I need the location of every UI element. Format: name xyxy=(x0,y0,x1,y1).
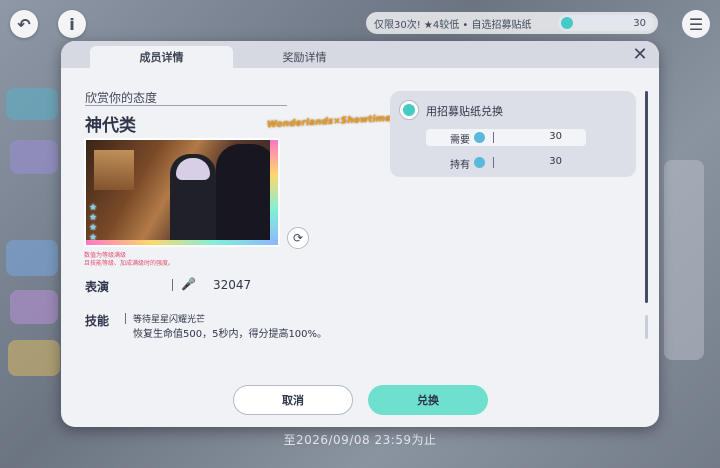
card-figure-right xyxy=(216,144,276,245)
required-row: 需要 30 xyxy=(426,129,586,146)
tab-member-details[interactable]: 成员详情 xyxy=(90,46,233,68)
owned-row: 持有 30 xyxy=(426,154,586,171)
card-rainbow-border-bottom xyxy=(86,240,278,245)
subtitle-underline xyxy=(85,105,287,106)
divider xyxy=(493,157,494,168)
divider xyxy=(172,279,173,291)
required-label: 需要 xyxy=(450,135,470,146)
cancel-button[interactable]: 取消 xyxy=(233,385,353,415)
back-arrow-icon: ↶ xyxy=(17,14,31,34)
card-window xyxy=(94,150,134,190)
member-detail-dialog: 成员详情 奖励详情 ✕ 欣赏你的态度 神代类 Wonderlands×Showt… xyxy=(61,41,659,427)
bg-right-panel xyxy=(664,160,704,360)
performance-value: 32047 xyxy=(213,278,252,292)
exchange-radio[interactable] xyxy=(399,100,419,120)
divider xyxy=(125,313,126,324)
exchange-panel: 用招募贴纸兑换 需要 30 持有 30 xyxy=(390,91,636,177)
menu-button[interactable]: ☰ xyxy=(682,10,710,38)
menu-icon: ☰ xyxy=(688,14,704,34)
required-value: 30 xyxy=(549,131,562,142)
bg-gacha-banner-3 xyxy=(6,240,58,276)
bg-gacha-banner-2 xyxy=(10,140,58,174)
bg-gacha-banner-1 xyxy=(6,88,58,120)
stat-note-line1: 数值为等级满级 xyxy=(84,252,127,259)
gacha-banner: 仅限30次! ★4较低 • 自选招募贴纸 30 xyxy=(366,12,658,34)
exchange-button[interactable]: 兑换 xyxy=(368,385,488,415)
sticker-gauge: 30 xyxy=(558,15,654,31)
scrollbar-thumb[interactable] xyxy=(645,91,648,303)
rarity-star-icon: ★ xyxy=(89,203,98,213)
card-subtitle: 欣赏你的态度 xyxy=(85,91,158,105)
tab-reward-details[interactable]: 奖励详情 xyxy=(233,46,376,68)
sticker-icon xyxy=(474,132,485,143)
sticker-icon xyxy=(561,17,573,29)
deadline-text: 至2026/09/08 23:59为止 xyxy=(283,433,437,447)
divider xyxy=(493,132,494,143)
exchange-label: 用招募贴纸兑换 xyxy=(426,105,503,118)
back-button[interactable]: ↶ xyxy=(10,10,38,38)
banner-text: 仅限30次! ★4较低 • 自选招募贴纸 xyxy=(374,19,532,31)
swap-art-button[interactable]: ⟳ xyxy=(287,227,309,249)
scrollbar-track[interactable] xyxy=(645,315,648,339)
microphone-icon: 🎤 xyxy=(181,277,196,291)
stat-note-line2: 且技能等级、加成满级时的强度。 xyxy=(84,260,175,267)
rarity-star-icon: ★ xyxy=(89,213,98,223)
card-figure-hair xyxy=(176,158,210,180)
card-rainbow-border-right xyxy=(270,140,278,245)
skill-description: 恢复生命值500，5秒内，得分提高100%。 xyxy=(133,329,328,340)
rarity-star-icon: ★ xyxy=(89,233,98,243)
close-icon: ✕ xyxy=(632,43,648,65)
banner-count: 30 xyxy=(633,17,646,29)
sticker-icon xyxy=(474,157,485,168)
rarity-star-icon: ★ xyxy=(89,223,98,233)
skill-name: 等待星星闪耀光芒 xyxy=(133,315,206,325)
close-button[interactable]: ✕ xyxy=(629,43,651,65)
info-button[interactable]: i xyxy=(58,10,86,38)
card-illustration[interactable]: ★ ★ ★ ★ xyxy=(84,138,280,247)
bg-gacha-banner-5 xyxy=(8,340,60,376)
radio-selected-indicator xyxy=(403,104,415,116)
refresh-icon: ⟳ xyxy=(292,231,304,245)
skill-label: 技能 xyxy=(85,314,110,328)
owned-label: 持有 xyxy=(450,160,470,171)
unit-logo: Wonderlands×Showtime xyxy=(266,113,392,131)
performance-label: 表演 xyxy=(85,280,110,294)
bg-gacha-banner-4 xyxy=(10,290,58,324)
owned-value: 30 xyxy=(549,156,562,167)
tab-bar: 成员详情 奖励详情 ✕ xyxy=(61,41,659,68)
character-name: 神代类 xyxy=(85,116,136,136)
info-icon: i xyxy=(69,14,75,34)
stat-note: 数值为等级满级 且技能等级、加成满级时的强度。 xyxy=(84,252,174,268)
